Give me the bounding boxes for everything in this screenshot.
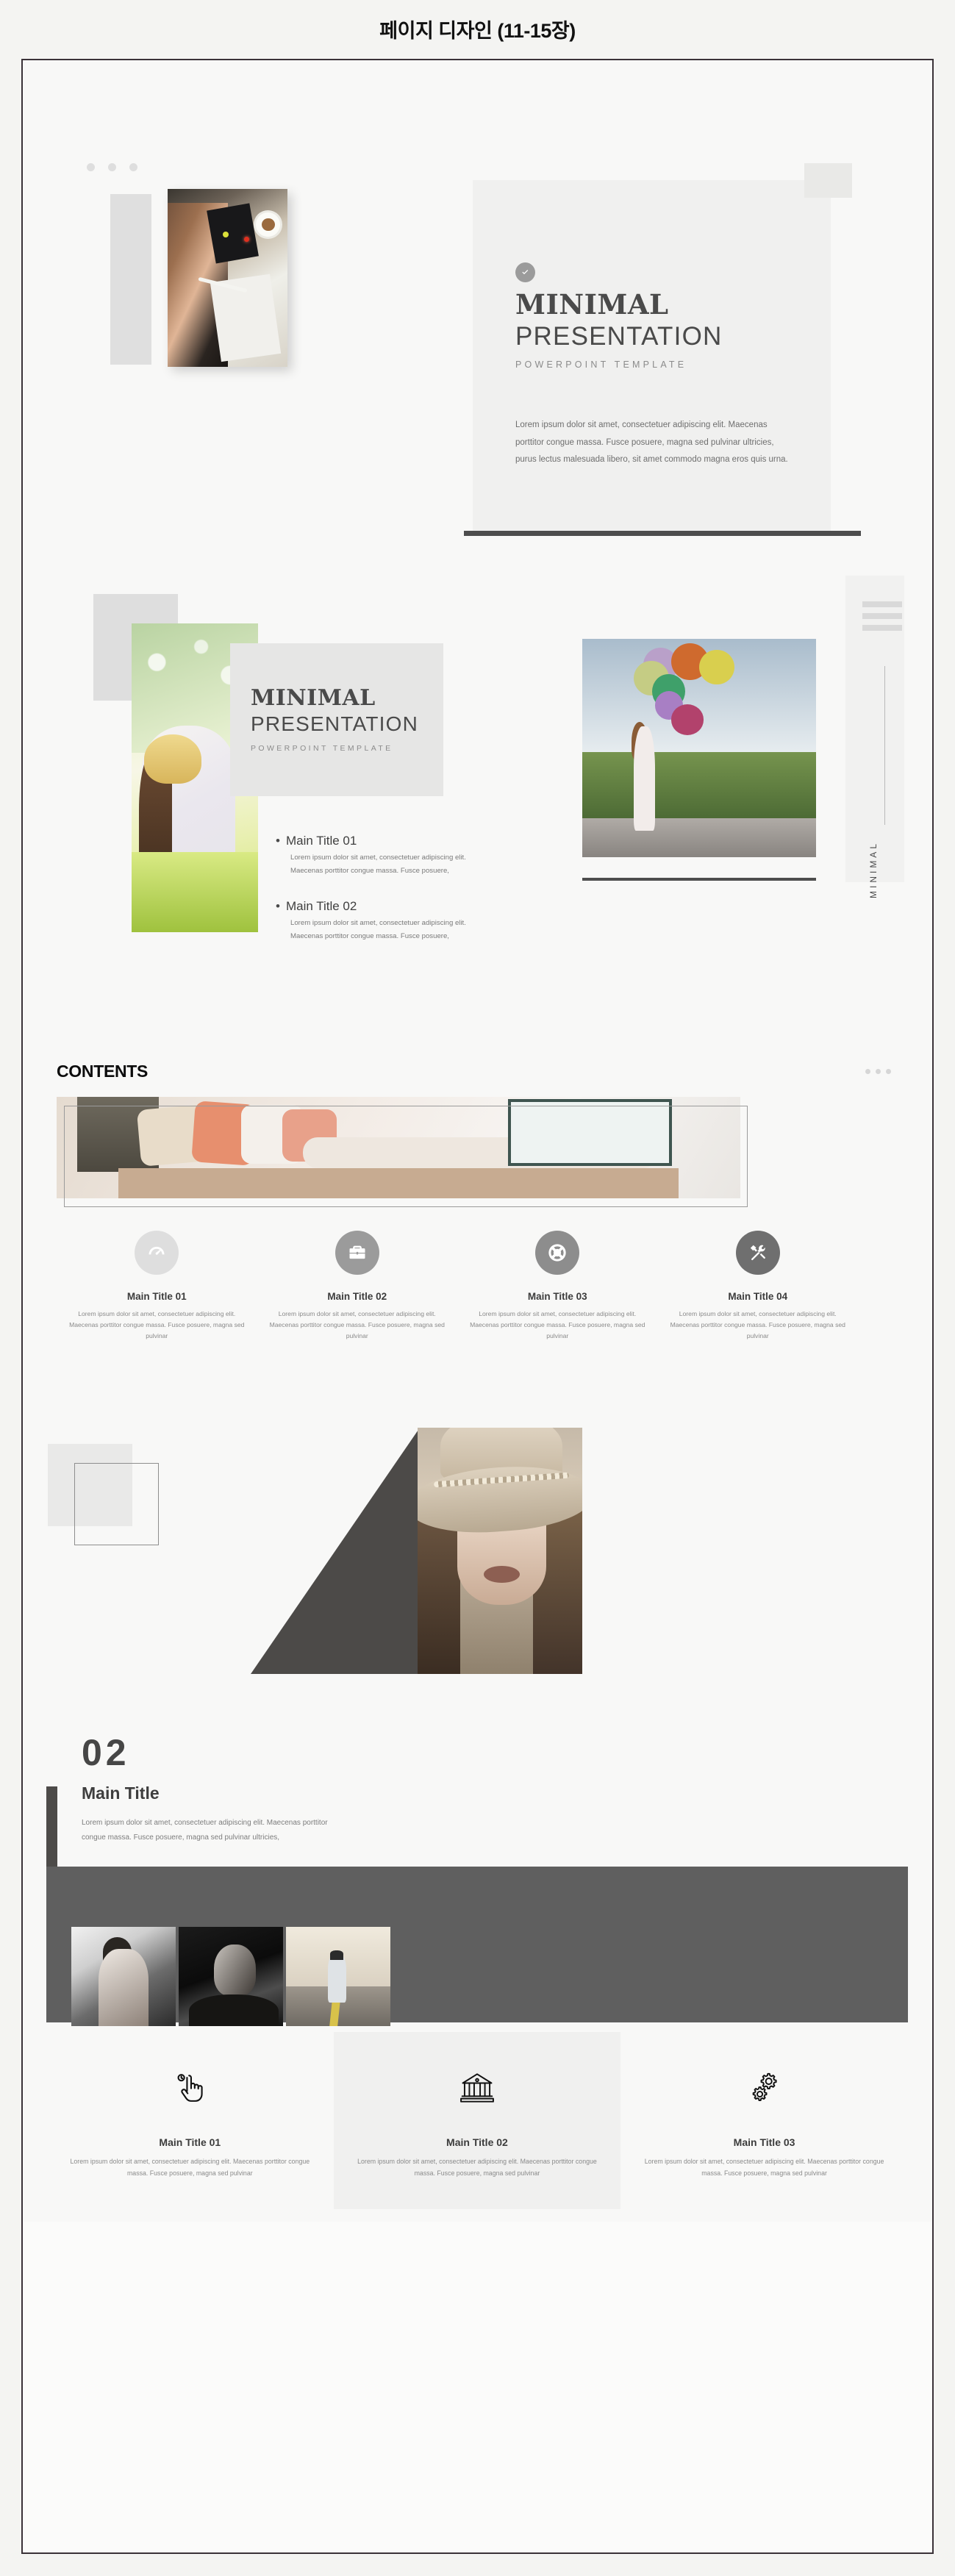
list-item: Main Title 01 Lorem ipsum dolor sit amet… — [46, 2032, 334, 2209]
slide1-corner-box — [804, 163, 852, 198]
bullet-body: Lorem ipsum dolor sit amet, consectetuer… — [290, 919, 466, 941]
slide4-body-text: Lorem ipsum dolor sit amet, consectetuer… — [82, 1819, 328, 1842]
card-title: Main Title 01 — [159, 2136, 221, 2148]
slide4-number: 02 — [82, 1732, 130, 1773]
slide1-dots-group — [87, 163, 137, 171]
page-title: 페이지 디자인 (11-15장) — [379, 19, 576, 42]
slide4-thumbnail — [71, 1927, 176, 2026]
slide1-title-block: MINIMAL PRESENTATION POWERPOINT TEMPLATE — [515, 288, 722, 370]
slide4-gray-box-outline — [74, 1463, 159, 1545]
page-header: 페이지 디자인 (11-15장) — [0, 0, 955, 57]
gears-icon — [644, 2064, 884, 2111]
dot-icon — [876, 1069, 881, 1074]
card-title: Main Title 02 — [327, 1291, 387, 1302]
list-item: Main Title 03 Lorem ipsum dolor sit amet… — [620, 2032, 908, 2209]
hand-click-clock-icon — [70, 2064, 310, 2111]
card-title: Main Title 04 — [728, 1291, 788, 1302]
list-item: Main Title 03 Lorem ipsum dolor sit amet… — [457, 1231, 658, 1342]
slide-4: 02 Main Title Lorem ipsum dolor sit amet… — [23, 1428, 932, 2222]
slide4-thumbnail — [179, 1927, 283, 2026]
slide-2: MINIMAL PRESENTATION POWERPOINT TEMPLATE… — [23, 568, 932, 1038]
slide4-thumbnail-row — [71, 1927, 390, 2026]
bullet-title: Main Title 02 — [276, 899, 474, 914]
slide4-photo — [418, 1428, 582, 1674]
check-circle-icon — [515, 262, 535, 282]
dot-icon — [886, 1069, 891, 1074]
slide2-side-bars-group — [862, 601, 902, 631]
slide2-title-main: MINIMAL — [251, 685, 376, 711]
bar-icon — [862, 601, 902, 607]
card-title: Main Title 01 — [126, 1291, 187, 1302]
slide1-gray-accent-bar — [110, 194, 151, 365]
slide2-title-second: PRESENTATION — [251, 712, 419, 735]
dot-icon — [865, 1069, 870, 1074]
card-title: Main Title 02 — [446, 2136, 508, 2148]
bullet-body: Lorem ipsum dolor sit amet, consectetuer… — [290, 854, 466, 875]
speedometer-icon — [135, 1231, 179, 1275]
bullet-title: Main Title 01 — [276, 834, 474, 848]
slide1-photo — [168, 189, 287, 367]
bar-icon — [862, 625, 902, 631]
card-body: Lorem ipsum dolor sit amet, consectetuer… — [470, 1310, 645, 1340]
card-title: Main Title 03 — [733, 2136, 795, 2148]
dot-icon — [87, 163, 95, 171]
slide2-photo-right — [582, 639, 816, 857]
slide2-bullet-list: Main Title 01 Lorem ipsum dolor sit amet… — [276, 834, 474, 965]
slide2-photo-underline — [582, 878, 816, 881]
card-body: Lorem ipsum dolor sit amet, consectetuer… — [69, 1310, 245, 1340]
slide1-body-text: Lorem ipsum dolor sit amet, consectetuer… — [515, 421, 788, 465]
slides-frame: MINIMAL PRESENTATION POWERPOINT TEMPLATE… — [21, 59, 934, 2554]
slide2-subtitle: POWERPOINT TEMPLATE — [251, 744, 393, 753]
slide3-photo-outline-frame — [64, 1106, 748, 1207]
card-body: Lorem ipsum dolor sit amet, consectetuer… — [70, 2158, 310, 2177]
slide2-title-block: MINIMAL PRESENTATION POWERPOINT TEMPLATE — [251, 685, 418, 753]
dot-icon — [108, 163, 116, 171]
lifebuoy-icon — [535, 1231, 580, 1275]
hammer-wrench-icon — [735, 1231, 780, 1275]
slide4-diagonal-shape — [251, 1428, 420, 1674]
card-body: Lorem ipsum dolor sit amet, consectetuer… — [269, 1310, 445, 1340]
slide-1: MINIMAL PRESENTATION POWERPOINT TEMPLATE… — [23, 60, 932, 568]
card-body: Lorem ipsum dolor sit amet, consectetuer… — [357, 2158, 597, 2177]
card-title: Main Title 03 — [527, 1291, 587, 1302]
slide1-title-main: MINIMAL — [515, 288, 669, 321]
slide3-card-row: Main Title 01 Lorem ipsum dolor sit amet… — [57, 1231, 858, 1342]
slide4-title: Main Title — [82, 1783, 160, 1803]
slide1-title-second: PRESENTATION — [515, 322, 723, 351]
slide1-subtitle: POWERPOINT TEMPLATE — [515, 359, 687, 370]
slide4-thumbnail — [286, 1927, 390, 2026]
slide4-left-accent-bar — [46, 1786, 57, 1869]
slide2-vertical-rule — [884, 666, 885, 825]
list-item: Main Title 02 Lorem ipsum dolor sit amet… — [257, 1231, 458, 1342]
briefcase-icon — [335, 1231, 379, 1275]
dot-icon — [129, 163, 137, 171]
card-body: Lorem ipsum dolor sit amet, consectetuer… — [644, 2158, 884, 2177]
contents-heading: CONTENTS — [57, 1062, 149, 1081]
list-item: Main Title 02 Lorem ipsum dolor sit amet… — [276, 899, 474, 942]
slide1-bottom-accent-bar — [464, 531, 861, 536]
list-item: Main Title 02 Lorem ipsum dolor sit amet… — [333, 2032, 621, 2209]
list-item: Main Title 01 Lorem ipsum dolor sit amet… — [276, 834, 474, 877]
list-item: Main Title 04 Lorem ipsum dolor sit amet… — [658, 1231, 859, 1342]
slide4-card-row: Main Title 01 Lorem ipsum dolor sit amet… — [46, 2032, 908, 2209]
slide3-dots-group — [865, 1069, 891, 1074]
slide2-vertical-label: MINIMAL — [868, 841, 879, 899]
slide-3: CONTENTS Main Title 01 Lorem ipsum dolor… — [23, 1038, 932, 1428]
card-body: Lorem ipsum dolor sit amet, consectetuer… — [670, 1310, 845, 1340]
bar-icon — [862, 613, 902, 619]
list-item: Main Title 01 Lorem ipsum dolor sit amet… — [57, 1231, 257, 1342]
bank-building-icon — [357, 2064, 598, 2111]
